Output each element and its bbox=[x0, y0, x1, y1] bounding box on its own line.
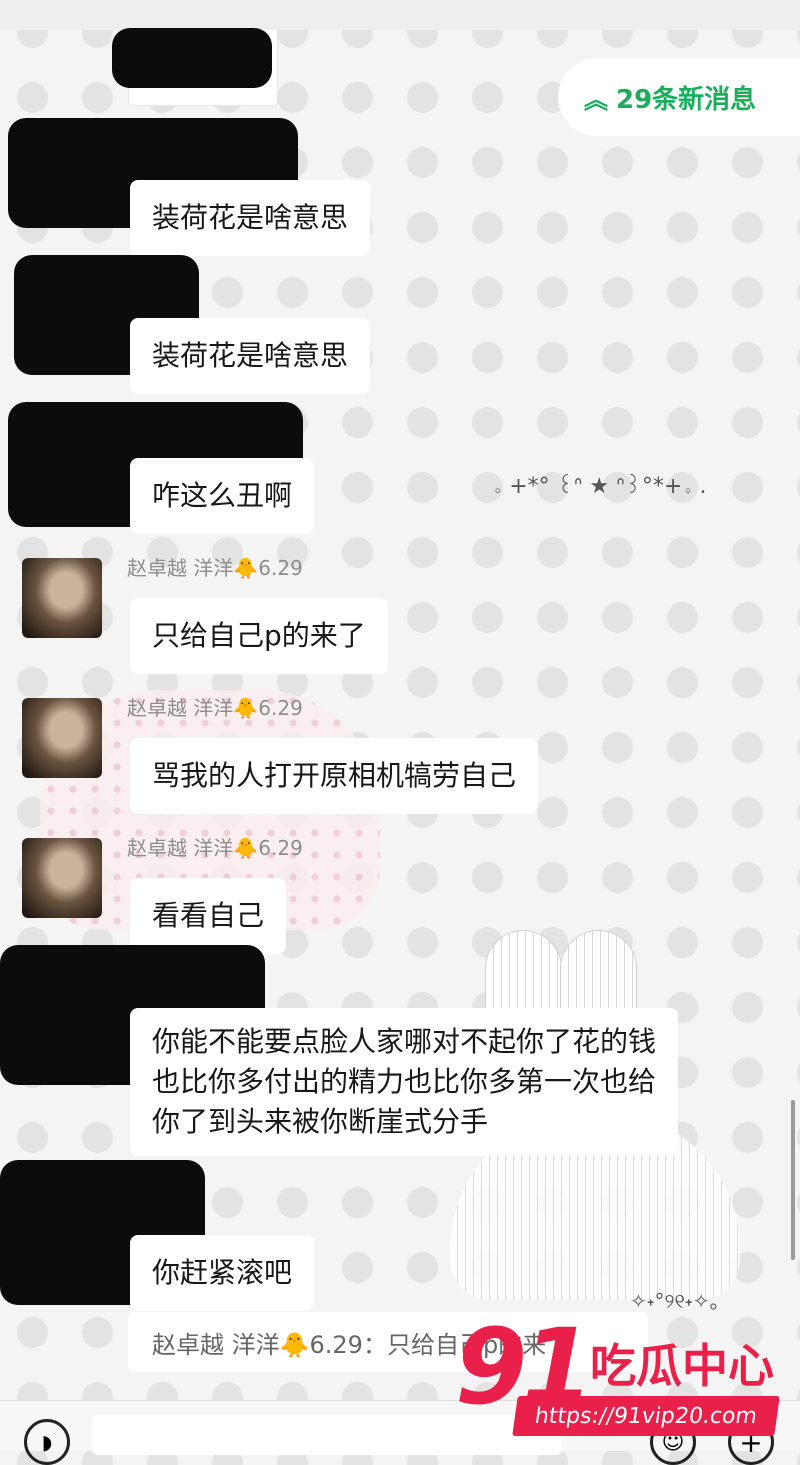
wallpaper-kaomoji: 。+*° ꒰ᐢ ★ ᐢ꒱°*+。. bbox=[492, 474, 707, 499]
sender-nickname: 赵卓越 洋洋🐥6.29 bbox=[127, 556, 303, 580]
new-messages-label: 29条新消息 bbox=[616, 84, 757, 115]
sender-avatar[interactable] bbox=[22, 558, 102, 638]
watermark-brand: 吃瓜中心 bbox=[590, 1339, 774, 1393]
sender-avatar[interactable] bbox=[22, 838, 102, 918]
message-bubble[interactable]: 咋这么丑啊 bbox=[130, 458, 315, 534]
sender-nickname: 赵卓越 洋洋🐥6.29 bbox=[127, 696, 303, 720]
message-bubble[interactable]: 你能不能要点脸人家哪对不起你了花的钱也比你多付出的精力也比你多第一次也给你了到头… bbox=[130, 1008, 678, 1156]
site-watermark: 91 吃瓜中心 https://91vip20.com bbox=[455, 1306, 785, 1442]
scrollbar[interactable] bbox=[791, 1100, 795, 1260]
watermark-url: https://91vip20.com bbox=[512, 1396, 780, 1436]
redacted-avatar bbox=[112, 28, 272, 88]
message-bubble[interactable]: 装荷花是啥意思 bbox=[130, 318, 371, 394]
message-bubble[interactable]: 只给自己p的来了 bbox=[130, 598, 388, 674]
message-bubble[interactable]: 看看自己 bbox=[130, 878, 287, 954]
message-bubble[interactable]: 骂我的人打开原相机犒劳自己 bbox=[130, 738, 539, 814]
new-messages-button[interactable]: ︽ 29条新消息 bbox=[558, 58, 800, 136]
title-bar bbox=[0, 0, 800, 30]
double-chevron-up-icon: ︽ bbox=[584, 85, 608, 114]
message-bubble[interactable]: 装荷花是啥意思 bbox=[130, 180, 371, 256]
sender-nickname: 赵卓越 洋洋🐥6.29 bbox=[127, 836, 303, 860]
message-bubble[interactable]: 你赶紧滚吧 bbox=[130, 1235, 315, 1311]
wallpaper-kaomoji-small: ✧˖°୨୧˖✧。 bbox=[630, 1289, 730, 1313]
voice-icon[interactable]: ◗ bbox=[24, 1419, 70, 1465]
sender-avatar[interactable] bbox=[22, 698, 102, 778]
